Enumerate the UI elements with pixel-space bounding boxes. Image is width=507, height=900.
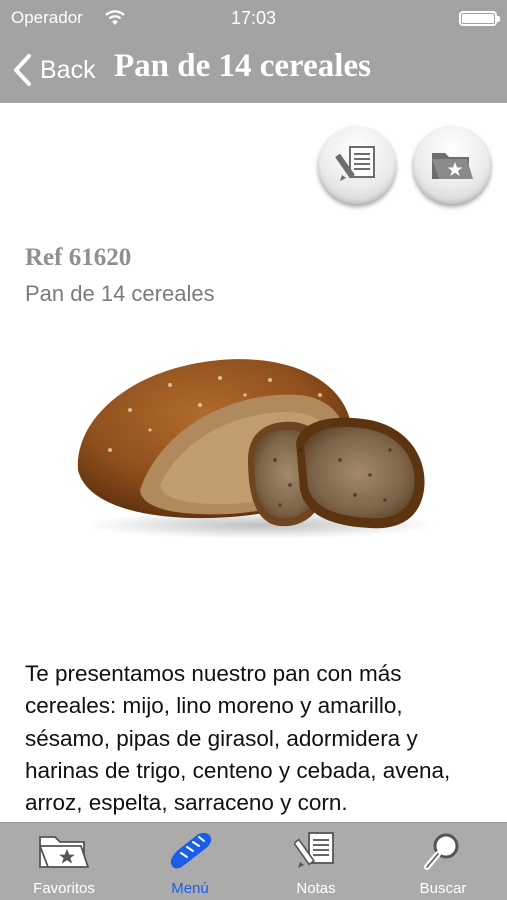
product-description: Te presentamos nuestro pan con más cerea… — [25, 661, 451, 816]
back-label: Back — [40, 55, 96, 84]
product-image — [70, 350, 440, 545]
tab-label: Favoritos — [33, 880, 95, 897]
header: Operador 17:03 Back Pan de 14 cereales — [0, 0, 507, 103]
tab-label: Notas — [296, 880, 336, 897]
product-name: Pan de 14 cereales — [25, 281, 215, 306]
battery-icon — [459, 11, 500, 26]
notes-button[interactable] — [318, 126, 396, 204]
page-title: Pan de 14 cereales — [114, 48, 371, 84]
status-bar: Operador 17:03 — [0, 0, 507, 36]
product-ref: Ref 61620 — [25, 244, 132, 271]
chevron-left-icon — [14, 54, 31, 86]
add-favorite-button[interactable] — [413, 126, 491, 204]
back-button[interactable]: Back — [12, 52, 96, 88]
tab-label: Buscar — [419, 880, 467, 897]
tab-buscar[interactable]: Buscar — [380, 823, 506, 900]
tab-menu[interactable]: Menú — [127, 823, 253, 900]
search-icon — [424, 833, 459, 870]
notes-icon — [294, 832, 334, 868]
baguette-icon — [170, 832, 212, 869]
tab-notas[interactable]: Notas — [253, 823, 379, 900]
navigation-bar: Back Pan de 14 cereales — [0, 36, 507, 103]
folder-star-icon — [38, 836, 90, 868]
tab-favoritos[interactable]: Favoritos — [1, 823, 127, 900]
notes-icon — [335, 146, 375, 181]
tab-bar: Favoritos Menú Notas Buscar — [0, 822, 507, 900]
clock: 17:03 — [230, 8, 277, 28]
folder-star-icon — [432, 153, 473, 179]
tab-label: Menú — [171, 880, 209, 897]
